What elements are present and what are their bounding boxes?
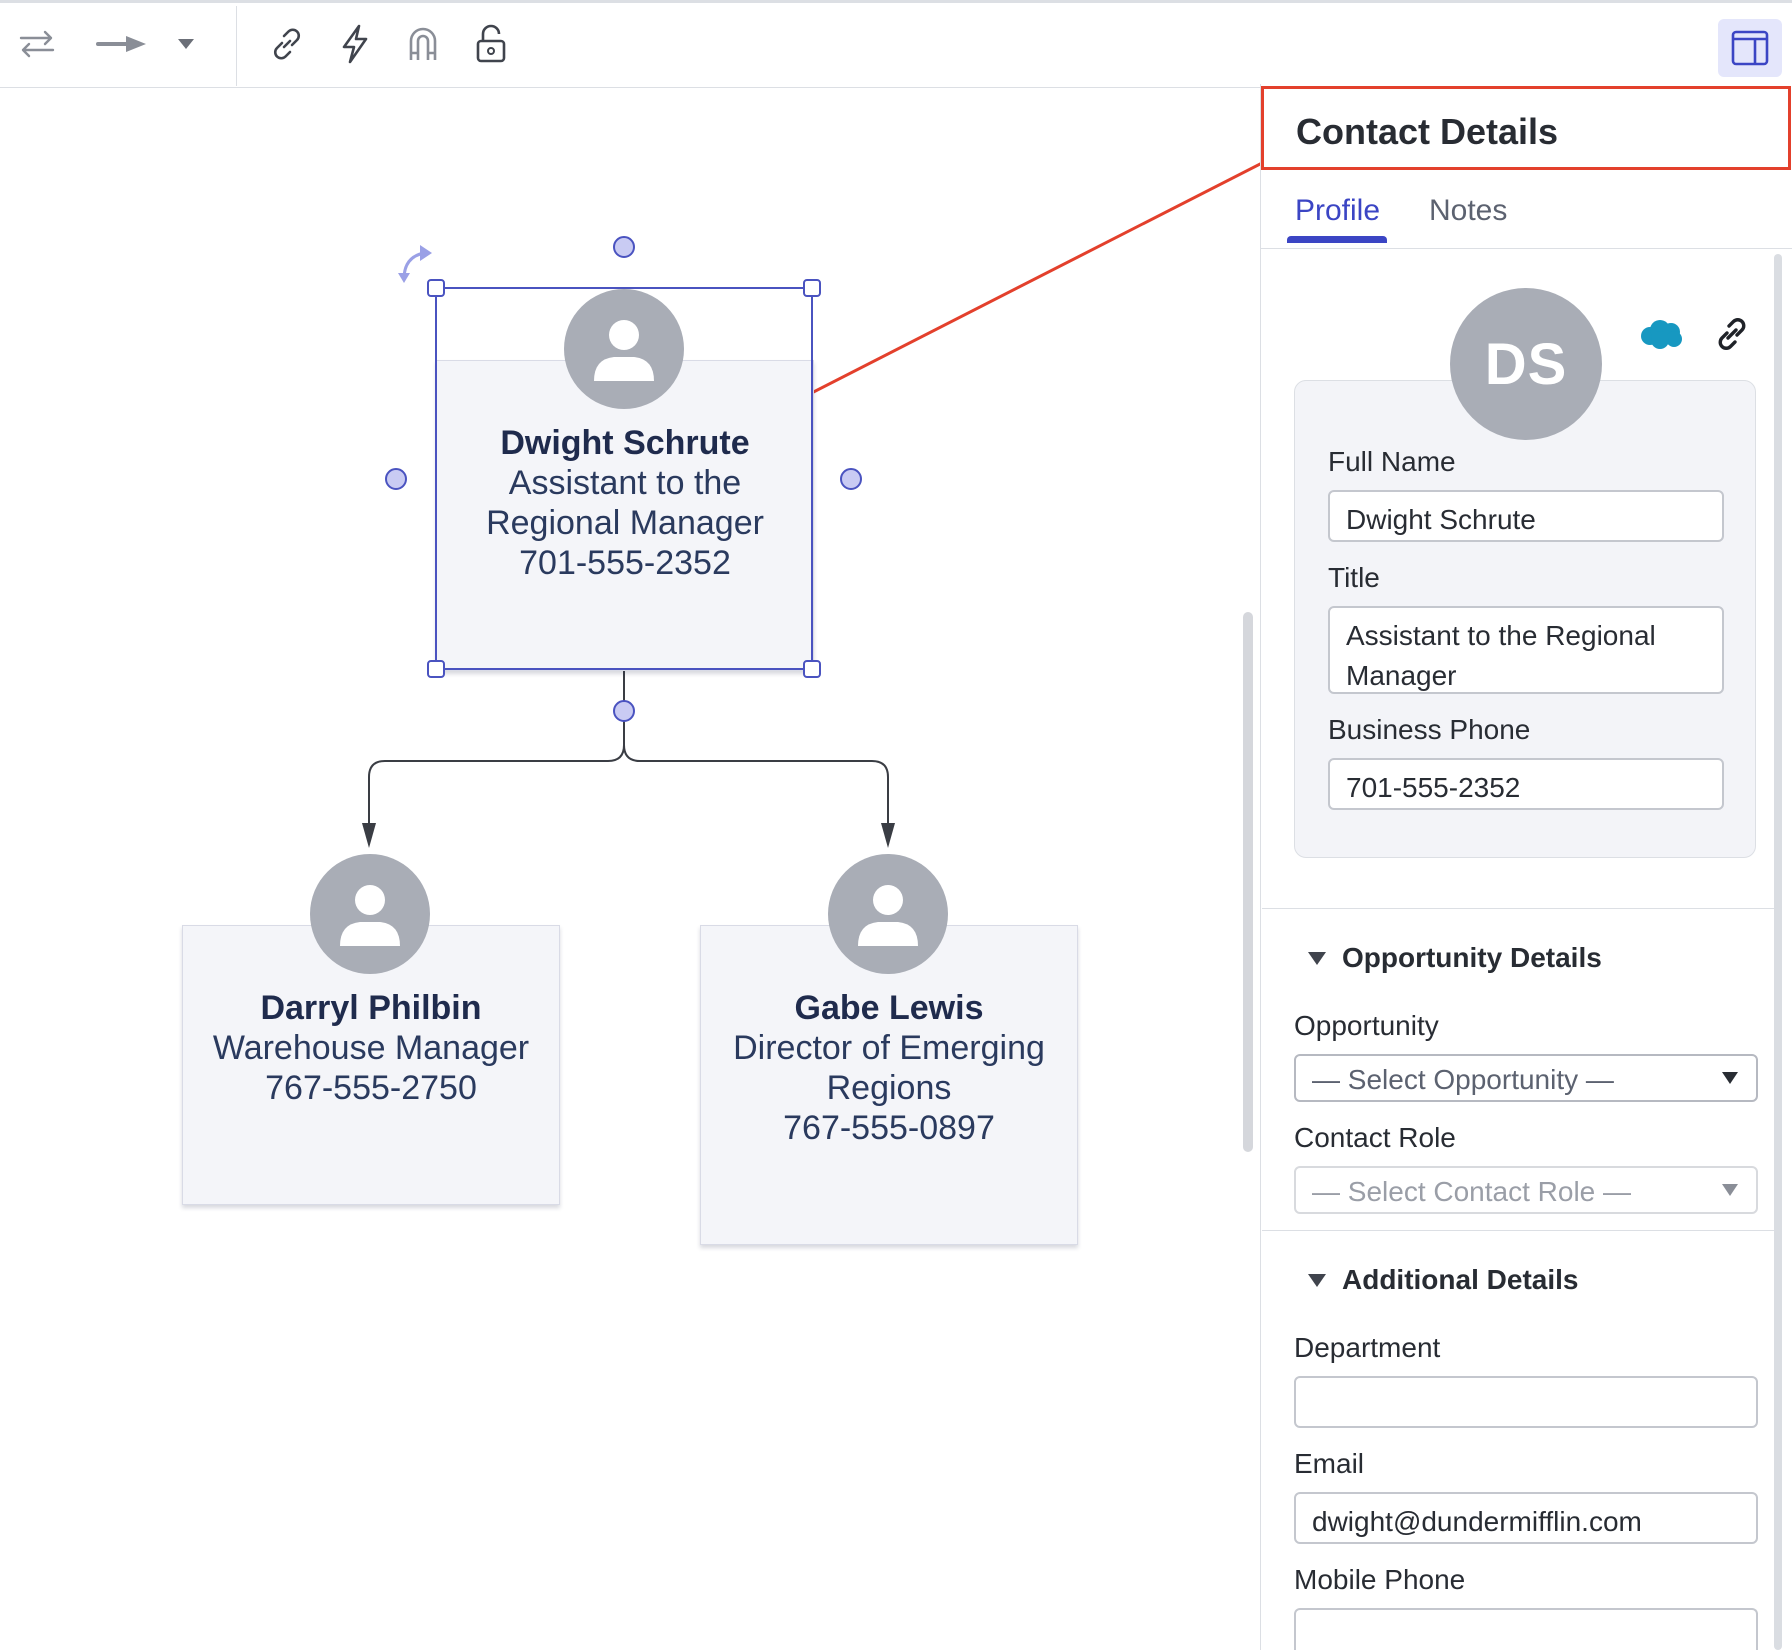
- canvas-scrollbar[interactable]: [1243, 612, 1253, 1152]
- card-phone: 767-555-2750: [265, 1069, 477, 1107]
- section-divider: [1262, 908, 1774, 909]
- connection-point[interactable]: [613, 700, 635, 722]
- contact-role-select-value: — Select Contact Role —: [1312, 1176, 1632, 1207]
- full-name-field[interactable]: Dwight Schrute: [1328, 490, 1724, 542]
- toolbar-divider: [236, 6, 237, 86]
- chevron-down-icon: [1722, 1184, 1738, 1196]
- opportunity-select[interactable]: — Select Opportunity —: [1294, 1054, 1758, 1102]
- chevron-down-icon: [1722, 1072, 1738, 1084]
- title-label: Title: [1328, 562, 1380, 593]
- department-field[interactable]: [1294, 1376, 1758, 1428]
- resize-handle[interactable]: [803, 660, 821, 678]
- caret-down-icon[interactable]: [168, 21, 204, 67]
- lightning-icon[interactable]: [332, 21, 378, 67]
- rotate-handle-icon[interactable]: [398, 245, 432, 283]
- link-icon[interactable]: [1712, 314, 1752, 359]
- title-field[interactable]: Assistant to the Regional Manager: [1328, 606, 1724, 694]
- link-icon[interactable]: [264, 21, 310, 67]
- business-phone-label: Business Phone: [1328, 714, 1531, 745]
- panel-layout-icon[interactable]: [1718, 19, 1782, 77]
- card-title-line: Director of Emerging: [733, 1029, 1045, 1067]
- additional-details-heading[interactable]: Additional Details: [1342, 1264, 1578, 1296]
- opportunity-label: Opportunity: [1294, 1010, 1439, 1041]
- opportunity-details-heading[interactable]: Opportunity Details: [1342, 942, 1602, 974]
- business-phone-field[interactable]: 701-555-2352: [1328, 758, 1724, 810]
- opportunity-select-value: — Select Opportunity —: [1312, 1064, 1614, 1095]
- card-title-line: Warehouse Manager: [212, 1029, 530, 1067]
- resize-handle[interactable]: [427, 279, 445, 297]
- arrow-right-icon[interactable]: [94, 21, 150, 67]
- tab-profile[interactable]: Profile: [1295, 194, 1380, 228]
- resize-handle[interactable]: [427, 660, 445, 678]
- connection-point[interactable]: [385, 468, 407, 490]
- card-name: Darryl Philbin: [260, 989, 482, 1027]
- connection-point[interactable]: [840, 468, 862, 490]
- mobile-phone-label: Mobile Phone: [1294, 1564, 1466, 1595]
- toolbar: [0, 0, 1792, 88]
- section-divider: [1262, 1230, 1774, 1231]
- card-phone: 767-555-0897: [783, 1109, 995, 1147]
- department-label: Department: [1294, 1332, 1441, 1363]
- card-name: Gabe Lewis: [794, 989, 984, 1027]
- selection-overlay[interactable]: [0, 85, 1260, 885]
- mobile-phone-field[interactable]: [1294, 1608, 1758, 1650]
- panel-scrollbar[interactable]: [1774, 254, 1782, 1650]
- unlock-icon[interactable]: [468, 21, 514, 67]
- diagram-canvas[interactable]: Dwight Schrute Assistant to the Regional…: [0, 85, 1260, 1650]
- email-label: Email: [1294, 1448, 1365, 1479]
- full-name-label: Full Name: [1328, 446, 1456, 477]
- contact-avatar: DS: [1450, 288, 1602, 440]
- contact-role-label: Contact Role: [1294, 1122, 1456, 1153]
- resize-handle[interactable]: [803, 279, 821, 297]
- panel-title: Contact Details: [1296, 111, 1559, 152]
- tab-notes[interactable]: Notes: [1429, 194, 1507, 228]
- collapse-triangle-icon[interactable]: [1308, 1274, 1326, 1287]
- panel-header: Contact Details: [1261, 86, 1791, 170]
- connection-point[interactable]: [613, 236, 635, 258]
- swap-arrows-icon[interactable]: [14, 21, 60, 67]
- contact-role-select[interactable]: — Select Contact Role —: [1294, 1166, 1758, 1214]
- email-field[interactable]: dwight@dundermifflin.com: [1294, 1492, 1758, 1544]
- active-tab-indicator: [1287, 236, 1387, 243]
- salesforce-cloud-icon[interactable]: [1638, 318, 1684, 355]
- collapse-triangle-icon[interactable]: [1308, 952, 1326, 965]
- card-title-line: Regions: [826, 1069, 952, 1107]
- magnet-icon[interactable]: [400, 21, 446, 67]
